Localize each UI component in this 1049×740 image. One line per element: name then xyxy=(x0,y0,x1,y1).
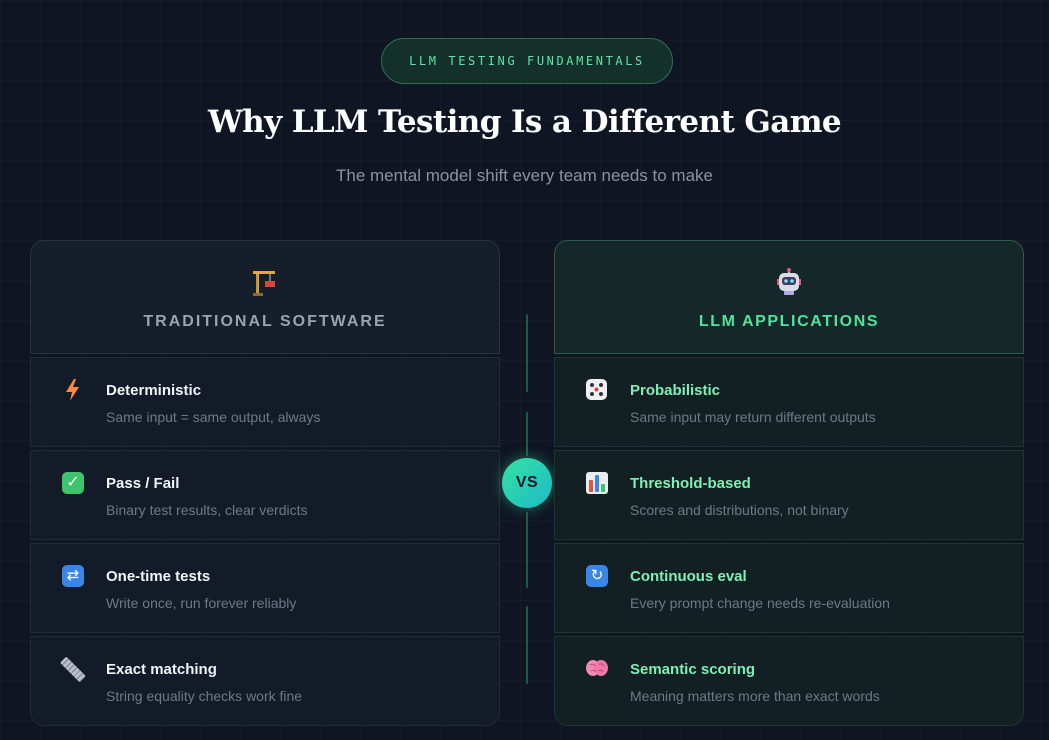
repeat-icon: ⇄ xyxy=(62,565,84,587)
divider-line xyxy=(526,512,528,588)
lightning-icon xyxy=(61,378,85,402)
item-description: Same input = same output, always xyxy=(106,409,321,425)
item-description: Scores and distributions, not binary xyxy=(630,502,849,518)
item-title: One-time tests xyxy=(106,568,211,585)
brain-icon xyxy=(585,657,609,681)
traditional-software-header: TRADITIONAL SOFTWARE xyxy=(30,240,500,354)
item-description: Same input may return different outputs xyxy=(630,409,876,425)
traditional-software-column: TRADITIONAL SOFTWARE Deterministic Same … xyxy=(30,240,500,726)
divider-line xyxy=(526,314,528,392)
construction-crane-icon xyxy=(250,267,280,297)
item-description: Every prompt change needs re-evaluation xyxy=(630,595,890,611)
refresh-icon: ↻ xyxy=(586,565,608,587)
list-item: ✓ Pass / Fail Binary test results, clear… xyxy=(30,450,500,540)
page-subtitle: The mental model shift every team needs … xyxy=(335,166,713,185)
list-item: Semantic scoring Meaning matters more th… xyxy=(554,636,1024,726)
bar-chart-icon xyxy=(586,472,608,494)
item-description: Binary test results, clear verdicts xyxy=(106,502,308,518)
item-title: Threshold-based xyxy=(630,475,751,492)
check-box-icon: ✓ xyxy=(62,472,84,494)
item-title: Pass / Fail xyxy=(106,475,180,492)
item-title: Semantic scoring xyxy=(630,661,756,678)
item-description: String equality checks work fine xyxy=(106,688,303,704)
ruler-icon xyxy=(59,656,87,683)
traditional-software-label: TRADITIONAL SOFTWARE xyxy=(143,313,387,330)
page-title: Why LLM Testing Is a Different Game xyxy=(207,104,842,140)
list-item: Exact matching String equality checks wo… xyxy=(30,636,500,726)
list-item: ⇄ One-time tests Write once, run forever… xyxy=(30,543,500,633)
robot-icon xyxy=(774,267,804,297)
section-badge: LLM TESTING FUNDAMENTALS xyxy=(381,38,673,84)
list-item: Threshold-based Scores and distributions… xyxy=(554,450,1024,540)
item-title: Probabilistic xyxy=(630,382,721,399)
llm-applications-column: LLM APPLICATIONS Probabilistic Same inpu… xyxy=(554,240,1024,726)
divider-line xyxy=(526,606,528,684)
list-item: Deterministic Same input = same output, … xyxy=(30,357,500,447)
divider-line xyxy=(526,412,528,456)
list-item: ↻ Continuous eval Every prompt change ne… xyxy=(554,543,1024,633)
llm-applications-header: LLM APPLICATIONS xyxy=(554,240,1024,354)
item-description: Meaning matters more than exact words xyxy=(630,688,880,704)
item-title: Exact matching xyxy=(106,661,217,678)
vs-badge: VS xyxy=(502,458,552,508)
dice-icon xyxy=(586,379,607,400)
item-description: Write once, run forever reliably xyxy=(106,595,297,611)
item-title: Deterministic xyxy=(106,382,202,399)
list-item: Probabilistic Same input may return diff… xyxy=(554,357,1024,447)
item-title: Continuous eval xyxy=(630,568,747,585)
llm-applications-label: LLM APPLICATIONS xyxy=(698,313,880,330)
